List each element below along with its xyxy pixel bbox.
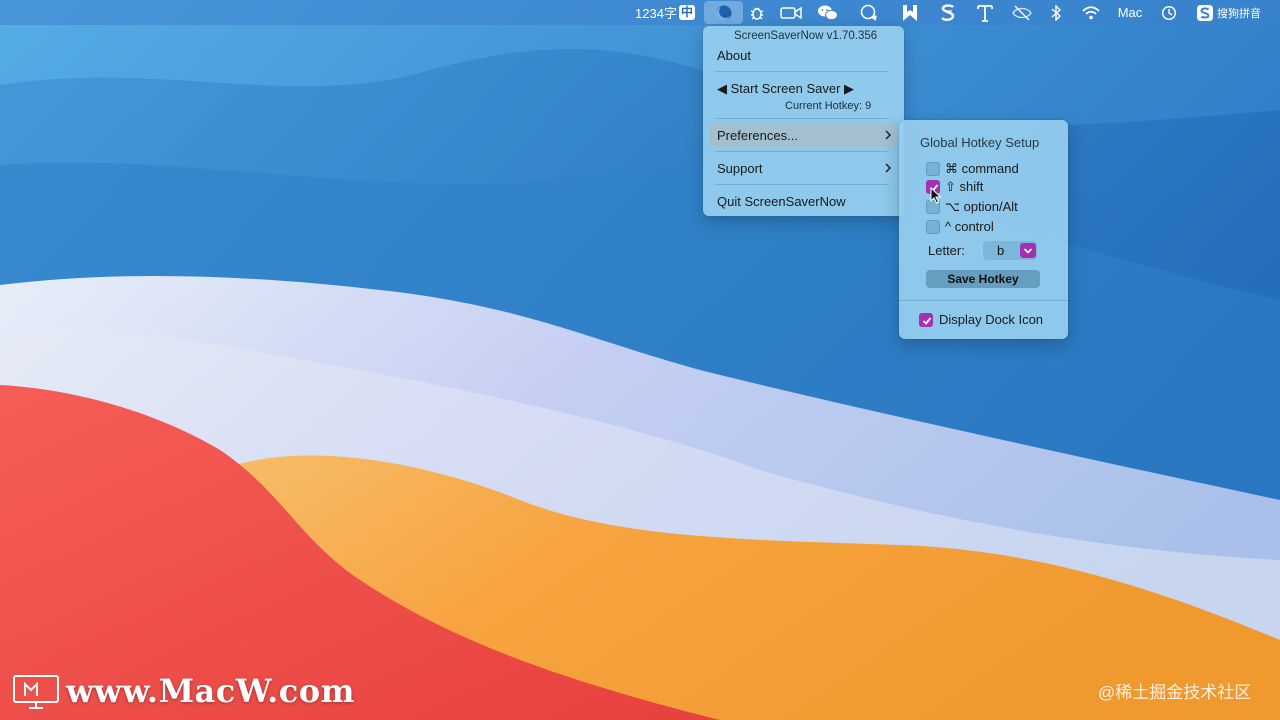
sogou-icon bbox=[1197, 4, 1213, 21]
preferences-label: Preferences... bbox=[717, 128, 798, 143]
user-menu[interactable]: Mac bbox=[1114, 0, 1146, 25]
macw-watermark: www.MacW.com bbox=[66, 672, 355, 710]
chat-bubble-icon[interactable] bbox=[857, 0, 881, 25]
desktop-wallpaper bbox=[0, 0, 1280, 720]
control-checkbox[interactable] bbox=[926, 220, 940, 234]
input-mode-indicator[interactable]: 中 bbox=[678, 0, 696, 25]
command-checkbox[interactable] bbox=[926, 162, 940, 176]
display-dock-icon-checkbox[interactable] bbox=[919, 313, 933, 327]
screensavernow-icon[interactable] bbox=[704, 1, 743, 24]
wechat-icon[interactable] bbox=[816, 0, 840, 25]
wifi-icon[interactable] bbox=[1080, 0, 1102, 25]
mouse-cursor-icon bbox=[930, 187, 942, 204]
option-label: ⌥ option/Alt bbox=[945, 199, 1018, 214]
modifier-option-row[interactable]: ⌥ option/Alt bbox=[924, 198, 1054, 216]
command-label: ⌘ command bbox=[945, 161, 1019, 176]
menu-bar: 1234字 中 Mac 搜狗拼音 bbox=[0, 0, 1280, 25]
bluetooth-icon[interactable] bbox=[1047, 0, 1065, 25]
macw-logo-icon bbox=[13, 675, 59, 709]
modifier-command-row[interactable]: ⌘ command bbox=[924, 160, 1054, 178]
menu-item-support[interactable]: Support bbox=[709, 157, 897, 179]
juejin-watermark: @稀土掘金技术社区 bbox=[1098, 683, 1252, 702]
input-mode-label: 中 bbox=[678, 5, 695, 20]
chevron-right-icon bbox=[885, 130, 892, 140]
menu-item-preferences[interactable]: Preferences... bbox=[709, 123, 897, 147]
screensavernow-menu: ScreenSaverNow v1.70.356 About ◀ Start S… bbox=[703, 26, 904, 216]
chevron-right-icon bbox=[885, 163, 892, 173]
menu-separator bbox=[715, 151, 889, 152]
menu-separator bbox=[715, 118, 889, 119]
control-label: ^ control bbox=[945, 219, 994, 234]
display-dock-icon-label: Display Dock Icon bbox=[939, 312, 1044, 327]
save-hotkey-button[interactable]: Save Hotkey bbox=[926, 270, 1040, 288]
video-camera-icon[interactable] bbox=[779, 0, 803, 25]
modifier-shift-row[interactable]: ⇧ shift bbox=[924, 178, 1054, 196]
chevron-down-icon bbox=[1020, 243, 1036, 258]
letter-value: b bbox=[997, 243, 1005, 258]
menu-separator bbox=[899, 300, 1068, 301]
shift-label: ⇧ shift bbox=[945, 179, 984, 194]
version-label: ScreenSaverNow v1.70.356 bbox=[734, 30, 878, 42]
support-label: Support bbox=[717, 161, 763, 176]
word-count-indicator[interactable]: 1234字 bbox=[634, 0, 678, 25]
sogou-label: 搜狗拼音 bbox=[1217, 7, 1261, 20]
typeface-icon[interactable] bbox=[974, 0, 996, 25]
modifier-control-row[interactable]: ^ control bbox=[924, 218, 1054, 236]
s-app-icon[interactable] bbox=[937, 0, 959, 25]
current-hotkey-label: Current Hotkey: 9 bbox=[785, 100, 872, 112]
letter-label: Letter: bbox=[928, 243, 965, 258]
display-dock-icon-row[interactable]: Display Dock Icon bbox=[917, 311, 1062, 329]
time-machine-icon[interactable] bbox=[1158, 0, 1180, 25]
eye-slash-icon[interactable] bbox=[1010, 0, 1034, 25]
bookmark-app-icon[interactable] bbox=[899, 0, 921, 25]
sogou-input-menu[interactable]: 搜狗拼音 bbox=[1197, 0, 1269, 25]
preferences-submenu: Global Hotkey Setup ⌘ command ⇧ shift ⌥ … bbox=[899, 120, 1068, 339]
hotkey-setup-title: Global Hotkey Setup bbox=[920, 135, 1040, 150]
menu-item-about[interactable]: About bbox=[717, 48, 751, 63]
menu-item-start-screen-saver[interactable]: ◀ Start Screen Saver ▶ bbox=[717, 81, 854, 97]
bug-icon[interactable] bbox=[747, 0, 767, 25]
letter-select[interactable]: b bbox=[983, 241, 1037, 260]
menu-separator bbox=[715, 184, 889, 185]
menu-item-quit[interactable]: Quit ScreenSaverNow bbox=[717, 194, 846, 209]
menu-separator bbox=[715, 71, 889, 72]
